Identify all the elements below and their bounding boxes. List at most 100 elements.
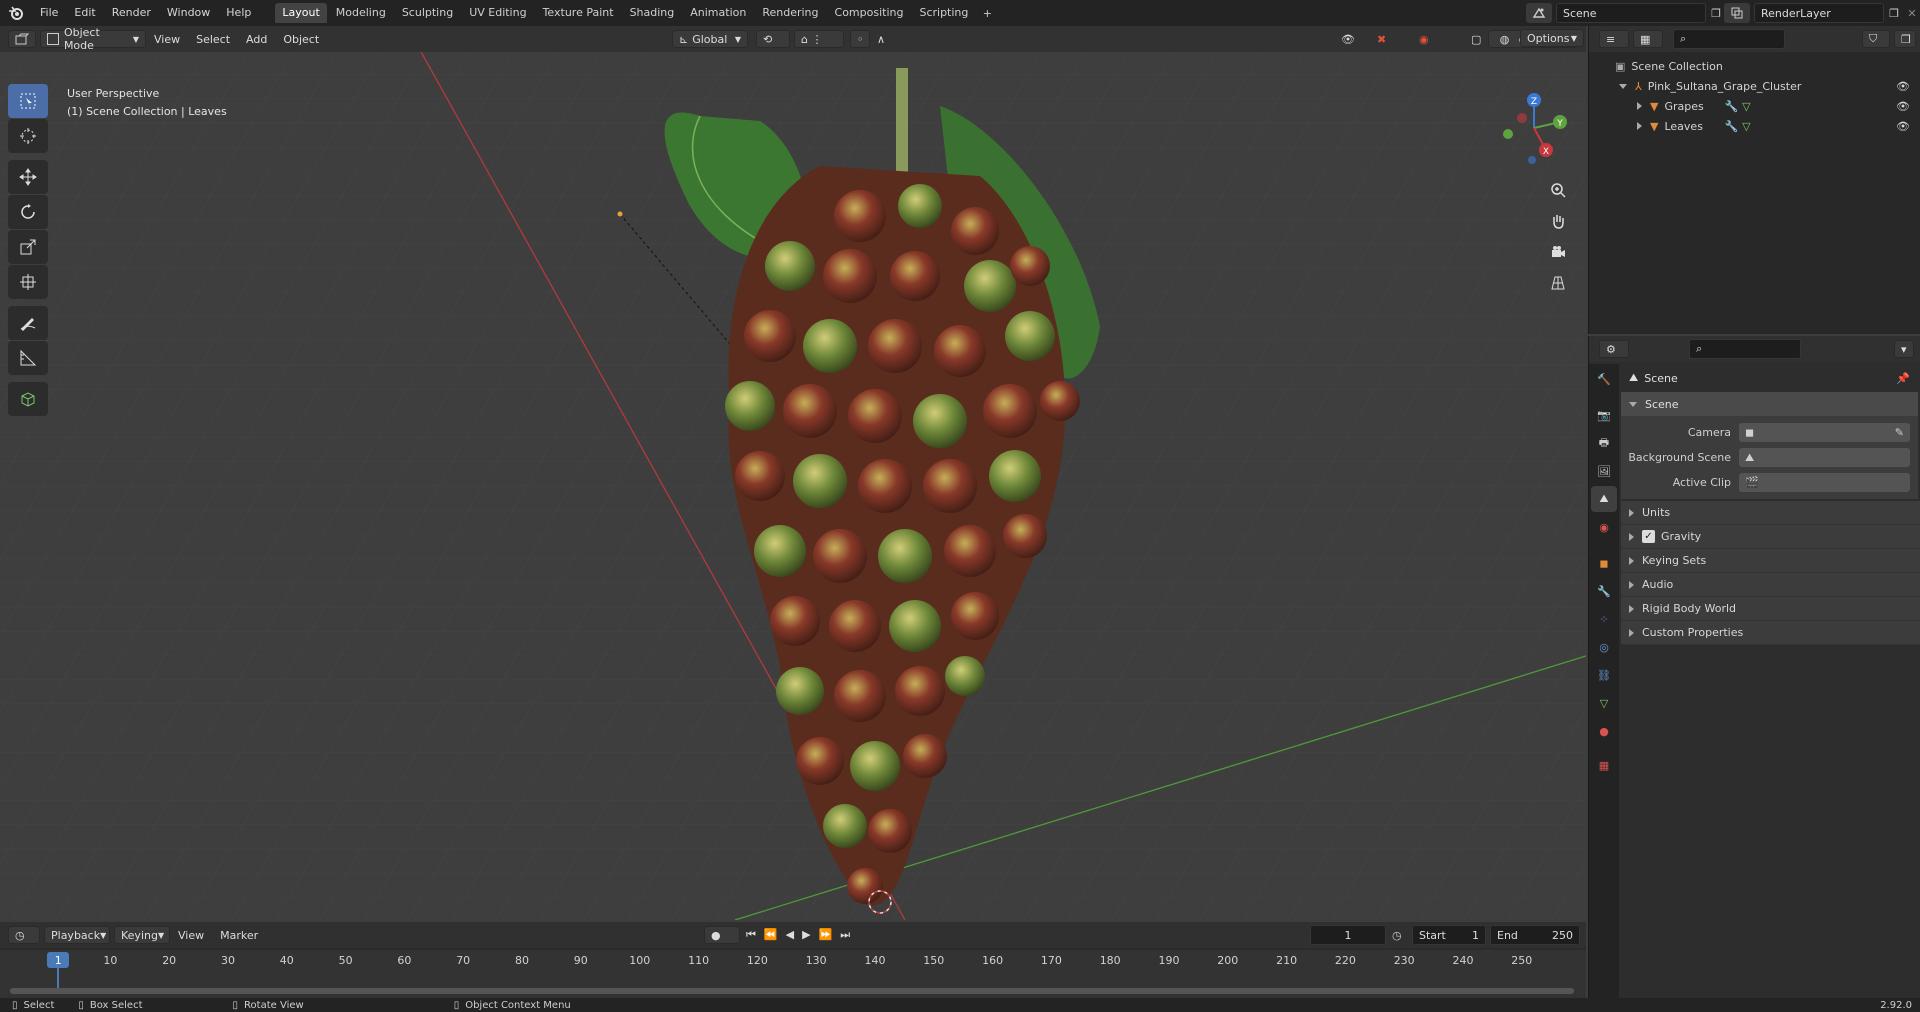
scene-tab-icon[interactable]: ⛰: [1591, 486, 1617, 512]
properties-search-input[interactable]: ⌕: [1689, 339, 1801, 359]
xray-toggle[interactable]: ▢: [1464, 30, 1484, 48]
preview-range-icon[interactable]: ◷: [1392, 929, 1402, 942]
tab-uv-editing[interactable]: UV Editing: [462, 3, 533, 23]
menu-window[interactable]: Window: [159, 0, 218, 26]
tab-animation[interactable]: Animation: [683, 3, 753, 23]
physics-tab-icon[interactable]: ◎: [1591, 634, 1617, 660]
gravity-checkbox[interactable]: ✓: [1642, 530, 1655, 543]
close-layer-icon[interactable]: ✕: [1904, 7, 1920, 20]
texture-tab-icon[interactable]: ▦: [1591, 752, 1617, 778]
overlays-toggle[interactable]: ◉: [1412, 30, 1448, 48]
modifier-tab-icon[interactable]: 🔧: [1591, 578, 1617, 604]
jump-end-icon[interactable]: ⏭: [840, 928, 850, 942]
properties-options-dropdown[interactable]: ▾: [1894, 340, 1914, 358]
outliner-row-scene-collection[interactable]: ▣ Scene Collection: [1589, 56, 1920, 76]
outliner-row-grapes[interactable]: ▼ Grapes 🔧 ▽ 👁: [1589, 96, 1920, 116]
outliner-editor-type[interactable]: ≡: [1599, 30, 1629, 48]
world-tab-icon[interactable]: ◉: [1591, 514, 1617, 540]
tab-layout[interactable]: Layout: [275, 3, 327, 23]
wireframe-shading-icon[interactable]: ◍: [1500, 33, 1510, 46]
editor-type-button[interactable]: [8, 30, 36, 48]
tab-shading[interactable]: Shading: [623, 3, 682, 23]
prev-keyframe-icon[interactable]: ⏪: [764, 928, 778, 942]
scene-panel-header[interactable]: Scene: [1621, 392, 1918, 416]
viewport-menu-add[interactable]: Add: [238, 33, 275, 46]
copy-layer-icon[interactable]: ❐: [1884, 7, 1904, 20]
timeline-ruler[interactable]: 1 10 20 30 40 50 60 70 80 90 100 110 120 130 140 150 160…: [0, 950, 1586, 998]
viewport-menu-object[interactable]: Object: [275, 33, 327, 46]
proportional-edit-button[interactable]: ◦: [850, 30, 870, 48]
camera-field[interactable]: ◼ ✎: [1739, 423, 1910, 442]
menu-render[interactable]: Render: [104, 0, 159, 26]
tool-select-box[interactable]: [8, 84, 48, 118]
play-icon[interactable]: ▶: [802, 928, 810, 942]
background-scene-field[interactable]: ⛰: [1739, 448, 1910, 467]
tool-annotate[interactable]: [8, 306, 48, 340]
audio-panel[interactable]: Audio: [1621, 573, 1920, 597]
tab-sculpting[interactable]: Sculpting: [395, 3, 460, 23]
navigation-gizmo[interactable]: Z Y X: [1494, 88, 1574, 168]
visibility-eye-icon[interactable]: 👁: [1896, 120, 1910, 133]
expand-icon[interactable]: [1637, 102, 1642, 110]
timeline-editor-type[interactable]: ◷: [8, 926, 40, 944]
properties-editor-type[interactable]: ⚙: [1599, 340, 1629, 358]
object-tab-icon[interactable]: ◼: [1591, 550, 1617, 576]
tab-modeling[interactable]: Modeling: [329, 3, 393, 23]
tab-rendering[interactable]: Rendering: [755, 3, 825, 23]
menu-edit[interactable]: Edit: [66, 0, 103, 26]
tab-scripting[interactable]: Scripting: [912, 3, 975, 23]
outliner-row-collection[interactable]: ⅄ Pink_Sultana_Grape_Cluster 👁: [1589, 76, 1920, 96]
current-frame-field[interactable]: 1: [1310, 925, 1386, 945]
expand-icon[interactable]: [1637, 122, 1642, 130]
gizmo-toggle[interactable]: ✖: [1370, 30, 1406, 48]
timeline-menu-marker[interactable]: Marker: [212, 929, 266, 942]
tool-move[interactable]: [8, 160, 48, 194]
pivot-point-button[interactable]: ⟲: [756, 30, 790, 48]
add-workspace-icon[interactable]: +: [977, 7, 997, 20]
timeline-scrollbar[interactable]: [10, 988, 1574, 994]
active-clip-field[interactable]: 🎬: [1739, 473, 1910, 492]
snap-button[interactable]: ⌂ ⋮: [794, 30, 844, 48]
camera-view-icon[interactable]: [1544, 238, 1572, 266]
render-tab-icon[interactable]: 📷: [1591, 402, 1617, 428]
pan-hand-icon[interactable]: [1544, 207, 1572, 235]
output-tab-icon[interactable]: 🖶: [1591, 430, 1617, 456]
tool-transform[interactable]: [8, 265, 48, 299]
blender-logo-icon[interactable]: [0, 0, 32, 26]
play-reverse-icon[interactable]: ◀: [786, 928, 794, 942]
copy-scene-icon[interactable]: ❐: [1706, 7, 1726, 20]
view-layer-tab-icon[interactable]: 🖼: [1591, 458, 1617, 484]
visibility-dropdown[interactable]: 👁: [1334, 30, 1364, 48]
keying-sets-panel[interactable]: Keying Sets: [1621, 549, 1920, 573]
3d-viewport[interactable]: Object Mode ▼ View Select Add Object ⊾ G…: [0, 26, 1586, 920]
tool-cursor[interactable]: [8, 119, 48, 153]
viewport-menu-view[interactable]: View: [146, 33, 188, 46]
display-mode-dropdown[interactable]: ▦: [1633, 30, 1663, 48]
menu-help[interactable]: Help: [218, 0, 259, 26]
particles-tab-icon[interactable]: ⁘: [1591, 606, 1617, 632]
viewport-scene[interactable]: [0, 26, 1586, 920]
units-panel[interactable]: Units: [1621, 501, 1920, 525]
visibility-eye-icon[interactable]: 👁: [1896, 100, 1910, 113]
tool-scale[interactable]: [8, 230, 48, 264]
render-layer-field[interactable]: RenderLayer: [1754, 3, 1884, 23]
filter-dropdown[interactable]: ⛉: [1862, 30, 1890, 48]
constraints-tab-icon[interactable]: ⛓: [1591, 662, 1617, 688]
tab-compositing[interactable]: Compositing: [828, 3, 911, 23]
outliner-search-input[interactable]: ⌕: [1673, 29, 1785, 49]
new-collection-button[interactable]: ❐: [1894, 30, 1916, 48]
render-layer-icon[interactable]: [1724, 3, 1750, 23]
viewport-menu-select[interactable]: Select: [188, 33, 238, 46]
tool-rotate[interactable]: [8, 195, 48, 229]
tool-tab-icon[interactable]: 🔨: [1591, 366, 1617, 392]
tool-add-cube[interactable]: [8, 382, 48, 416]
auto-keying-toggle[interactable]: ●: [704, 926, 740, 944]
end-frame-field[interactable]: End 250: [1490, 925, 1580, 945]
eyedropper-icon[interactable]: ✎: [1895, 426, 1904, 439]
pin-icon[interactable]: 📌: [1896, 372, 1910, 385]
visibility-eye-icon[interactable]: 👁: [1896, 80, 1910, 93]
next-keyframe-icon[interactable]: ⏩: [819, 928, 833, 942]
outliner-row-leaves[interactable]: ▼ Leaves 🔧 ▽ 👁: [1589, 116, 1920, 136]
options-dropdown[interactable]: Options ▼: [1520, 29, 1584, 47]
perspective-toggle-icon[interactable]: [1544, 269, 1572, 297]
